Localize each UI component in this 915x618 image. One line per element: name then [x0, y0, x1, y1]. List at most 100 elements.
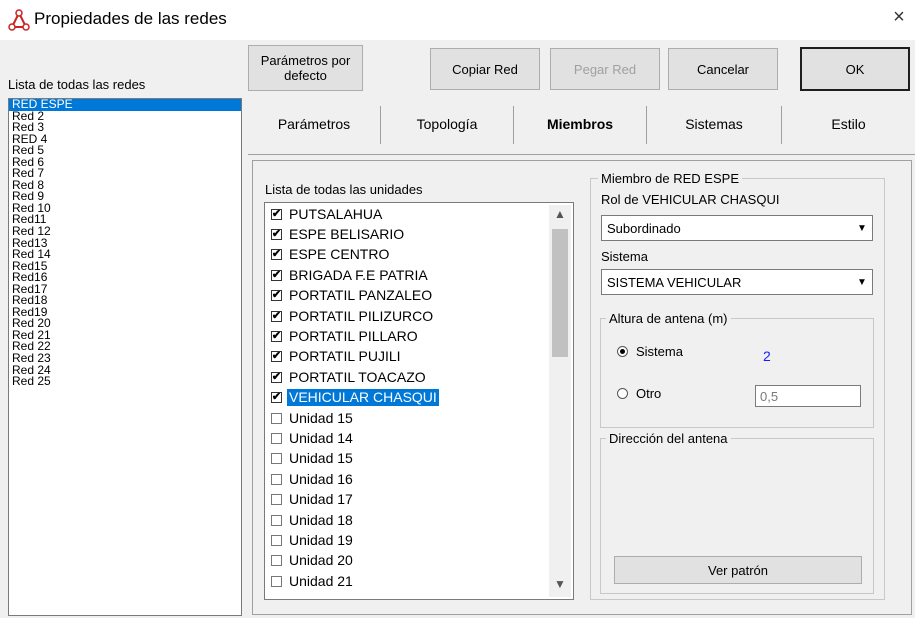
unit-list-item[interactable]: Unidad 19 — [271, 531, 355, 549]
scrollbar-thumb[interactable] — [552, 229, 568, 357]
networks-list: RED ESPE Red 2 Red 3 RED 4 Red 5 Red 6 Red 7 Re… — [9, 99, 241, 388]
checkbox-unchecked-icon[interactable] — [271, 555, 282, 567]
unit-list-item[interactable]: ✔ PORTATIL PANZALEO — [271, 287, 434, 305]
radio-otro-icon[interactable] — [617, 388, 628, 399]
cancel-button[interactable]: Cancelar — [668, 48, 778, 90]
chevron-down-icon[interactable]: ▼ — [852, 270, 872, 294]
unit-label: PORTATIL PUJILI — [289, 348, 401, 365]
network-antenna-icon — [8, 9, 30, 31]
unit-list-item[interactable]: Unidad 14 — [271, 429, 355, 447]
unit-label: ESPE BELISARIO — [289, 225, 405, 242]
tab-topologia[interactable]: Topología — [381, 96, 513, 152]
tab-parametros[interactable]: Parámetros — [248, 96, 380, 152]
unit-label: Unidad 14 — [289, 429, 353, 446]
window-title: Propiedades de las redes — [34, 9, 227, 28]
radio-sistema-icon[interactable] — [617, 346, 628, 357]
tab-sistemas[interactable]: Sistemas — [647, 96, 781, 152]
tab-miembros[interactable]: Miembros — [514, 96, 646, 152]
antenna-height-title: Altura de antena (m) — [606, 311, 731, 326]
unit-label: ESPE CENTRO — [289, 246, 390, 263]
member-group-title: Miembro de RED ESPE — [598, 171, 742, 186]
units-listbox[interactable]: ✔ PUTSALAHUA ✔ ESPE BELISARIO ✔ ESPE CENTRO ✔ B… — [264, 202, 574, 600]
role-select[interactable]: Subordinado ▼ — [601, 215, 873, 241]
unit-label: PORTATIL PILLARO — [289, 327, 418, 344]
role-select-value: Subordinado — [607, 220, 681, 236]
checkbox-checked-icon[interactable]: ✔ — [271, 208, 282, 220]
unit-list-item[interactable]: ✔ PORTATIL PILIZURCO — [271, 307, 435, 325]
close-icon[interactable]: × — [887, 6, 911, 29]
unit-list-item[interactable]: ✔ ESPE CENTRO — [271, 246, 391, 264]
unit-label: Unidad 16 — [289, 470, 353, 487]
checkbox-checked-icon[interactable]: ✔ — [271, 228, 282, 240]
unit-label: PORTATIL PILIZURCO — [289, 307, 434, 324]
checkbox-checked-icon[interactable]: ✔ — [271, 371, 282, 383]
copy-network-button[interactable]: Copiar Red — [430, 48, 540, 90]
radio-otro-label: Otro — [636, 386, 662, 401]
view-pattern-button[interactable]: Ver patrón — [614, 556, 862, 584]
checkbox-unchecked-icon[interactable] — [271, 412, 282, 424]
radio-otro[interactable]: Otro — [617, 386, 661, 401]
role-label: Rol de VEHICULAR CHASQUI — [601, 192, 780, 207]
checkbox-checked-icon[interactable]: ✔ — [271, 330, 282, 342]
unit-list-item[interactable]: ✔ PUTSALAHUA — [271, 205, 384, 223]
checkbox-checked-icon[interactable]: ✔ — [271, 351, 282, 363]
unit-list-item[interactable]: ✔ BRIGADA F.E PATRIA — [271, 266, 430, 284]
network-list-item[interactable]: Red 25 — [9, 375, 241, 388]
unit-label: Unidad 15 — [289, 409, 353, 426]
system-select[interactable]: SISTEMA VEHICULAR ▼ — [601, 269, 873, 295]
unit-label: BRIGADA F.E PATRIA — [289, 266, 428, 283]
checkbox-unchecked-icon[interactable] — [271, 473, 282, 485]
checkbox-checked-icon[interactable]: ✔ — [271, 310, 282, 322]
unit-label: Unidad 15 — [289, 450, 353, 467]
unit-label: PORTATIL PANZALEO — [289, 287, 433, 304]
checkbox-unchecked-icon[interactable] — [271, 575, 282, 587]
unit-list-item[interactable]: Unidad 15 — [271, 450, 355, 468]
ok-button[interactable]: OK — [800, 47, 910, 91]
unit-list-item[interactable]: ✔ PORTATIL TOACAZO — [271, 368, 428, 386]
checkbox-checked-icon[interactable]: ✔ — [271, 269, 282, 281]
scroll-down-icon[interactable]: ▼ — [549, 577, 571, 595]
other-height-input[interactable]: 0,5 — [755, 385, 861, 407]
system-height-value: 2 — [763, 348, 771, 364]
units-scrollbar[interactable]: ▲ ▼ — [549, 205, 571, 597]
unit-list-item[interactable]: Unidad 20 — [271, 552, 355, 570]
defaults-button[interactable]: Parámetros por defecto — [248, 45, 363, 91]
system-label: Sistema — [601, 249, 648, 264]
unit-label: Unidad 17 — [289, 491, 353, 508]
unit-list-item[interactable]: Unidad 15 — [271, 409, 355, 427]
paste-network-button[interactable]: Pegar Red — [550, 48, 660, 90]
networks-heading: Lista de todas las redes — [8, 77, 146, 92]
system-select-value: SISTEMA VEHICULAR — [607, 274, 742, 290]
checkbox-unchecked-icon[interactable] — [271, 534, 282, 546]
chevron-down-icon[interactable]: ▼ — [852, 216, 872, 240]
radio-sistema[interactable]: Sistema — [617, 344, 683, 359]
radio-sistema-label: Sistema — [636, 344, 683, 359]
checkbox-checked-icon[interactable]: ✔ — [271, 290, 282, 302]
checkbox-checked-icon[interactable]: ✔ — [271, 249, 282, 261]
checkbox-unchecked-icon[interactable] — [271, 432, 282, 444]
checkbox-unchecked-icon[interactable] — [271, 453, 282, 465]
tab-bar: Parámetros Topología Miembros Sistemas E… — [248, 96, 915, 152]
unit-list-item[interactable]: ✔ VEHICULAR CHASQUI — [271, 389, 439, 407]
unit-list-item[interactable]: Unidad 16 — [271, 470, 355, 488]
unit-list-item[interactable]: ✔ PORTATIL PUJILI — [271, 348, 403, 366]
tab-estilo[interactable]: Estilo — [782, 96, 915, 152]
unit-label: Unidad 20 — [289, 552, 353, 569]
antenna-direction-title: Dirección del antena — [606, 431, 731, 446]
unit-label: VEHICULAR CHASQUI — [287, 389, 439, 407]
unit-list-item[interactable]: Unidad 21 — [271, 572, 355, 590]
unit-list-item[interactable]: ✔ ESPE BELISARIO — [271, 225, 406, 243]
checkbox-unchecked-icon[interactable] — [271, 514, 282, 526]
unit-list-item[interactable]: ✔ PORTATIL PILLARO — [271, 327, 420, 345]
unit-label: Unidad 18 — [289, 511, 353, 528]
unit-label: Unidad 19 — [289, 531, 353, 548]
networks-listbox[interactable]: RED ESPE Red 2 Red 3 RED 4 Red 5 Red 6 Red 7 Re… — [8, 98, 242, 616]
checkbox-unchecked-icon[interactable] — [271, 494, 282, 506]
unit-list-item[interactable]: Unidad 17 — [271, 491, 355, 509]
scroll-up-icon[interactable]: ▲ — [549, 207, 571, 225]
unit-label: PORTATIL TOACAZO — [289, 368, 426, 385]
units-heading: Lista de todas las unidades — [265, 182, 423, 197]
checkbox-checked-icon[interactable]: ✔ — [271, 392, 282, 404]
unit-label: PUTSALAHUA — [289, 205, 383, 222]
unit-list-item[interactable]: Unidad 18 — [271, 511, 355, 529]
